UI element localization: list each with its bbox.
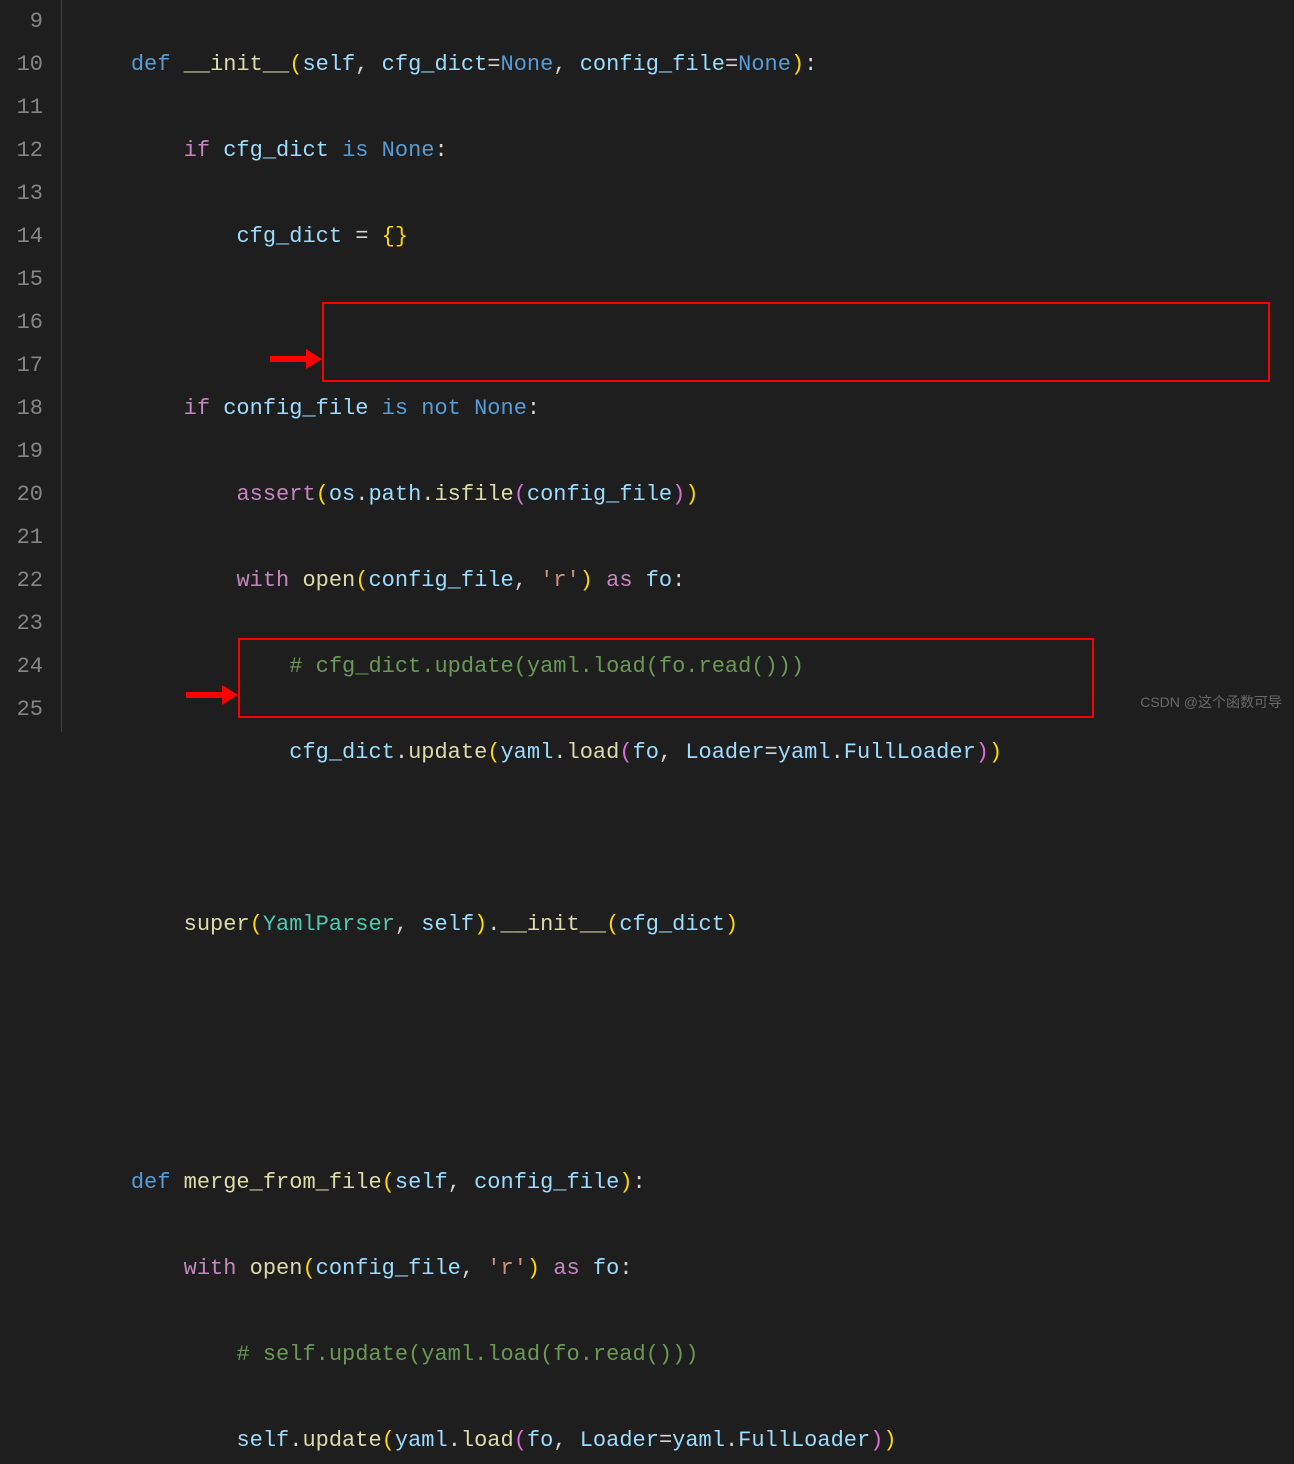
code-line[interactable]: # self.update(yaml.load(fo.read())) (78, 1333, 1294, 1376)
keyword-assert: assert (236, 482, 315, 507)
none-literal: None (501, 52, 554, 77)
keyword-not: not (421, 396, 461, 421)
code-line[interactable]: def __init__(self, cfg_dict=None, config… (78, 43, 1294, 86)
keyword-is: is (342, 138, 368, 163)
none-literal: None (474, 396, 527, 421)
string-literal: 'r' (487, 1256, 527, 1281)
watermark: CSDN @这个函数可导 (1140, 681, 1282, 724)
none-literal: None (382, 138, 435, 163)
module: yaml (500, 740, 553, 765)
line-number: 19 (0, 430, 43, 473)
line-number: 17 (0, 344, 43, 387)
variable: cfg_dict (236, 224, 342, 249)
code-line[interactable]: def merge_from_file(self, config_file): (78, 1161, 1294, 1204)
method: __init__ (501, 912, 607, 937)
param-self: self (302, 52, 355, 77)
variable: fo (527, 1428, 553, 1453)
function-name: merge_from_file (184, 1170, 382, 1195)
self: self (421, 912, 474, 937)
variable: fo (646, 568, 672, 593)
keyword-if: if (184, 396, 210, 421)
line-number: 10 (0, 43, 43, 86)
class-name: YamlParser (263, 912, 395, 937)
self: self (236, 1428, 289, 1453)
line-number: 9 (0, 0, 43, 43)
line-number: 12 (0, 129, 43, 172)
kwarg: Loader (685, 740, 764, 765)
line-number: 13 (0, 172, 43, 215)
code-line[interactable]: self.update(yaml.load(fo, Loader=yaml.Fu… (78, 1419, 1294, 1462)
line-number: 24 (0, 645, 43, 688)
line-number: 23 (0, 602, 43, 645)
code-line[interactable]: assert(os.path.isfile(config_file)) (78, 473, 1294, 516)
code-line[interactable] (78, 301, 1294, 344)
keyword-as: as (606, 568, 632, 593)
param: cfg_dict (382, 52, 488, 77)
code-line[interactable]: # cfg_dict.update(yaml.load(fo.read())) (78, 645, 1294, 688)
keyword-as: as (553, 1256, 579, 1281)
code-line[interactable]: with open(config_file, 'r') as fo: (78, 559, 1294, 602)
attribute: path (368, 482, 421, 507)
variable: config_file (316, 1256, 461, 1281)
keyword-def: def (131, 52, 171, 77)
code-line[interactable] (78, 1075, 1294, 1118)
line-number: 21 (0, 516, 43, 559)
variable: fo (633, 740, 659, 765)
kwarg: Loader (580, 1428, 659, 1453)
code-line[interactable] (78, 817, 1294, 860)
param: config_file (474, 1170, 619, 1195)
variable: cfg_dict (289, 740, 395, 765)
variable: cfg_dict (223, 138, 329, 163)
code-line[interactable]: super(YamlParser, self).__init__(cfg_dic… (78, 903, 1294, 946)
code-line[interactable]: if cfg_dict is None: (78, 129, 1294, 172)
builtin-open: open (302, 568, 355, 593)
line-number: 11 (0, 86, 43, 129)
code-line[interactable] (78, 989, 1294, 1032)
line-number: 20 (0, 473, 43, 516)
code-content[interactable]: def __init__(self, cfg_dict=None, config… (62, 0, 1294, 732)
code-line[interactable]: cfg_dict.update(yaml.load(fo, Loader=yam… (78, 731, 1294, 774)
line-number-gutter: 9 10 11 12 13 14 15 16 17 18 19 20 21 22… (0, 0, 62, 732)
line-number: 15 (0, 258, 43, 301)
builtin-open: open (250, 1256, 303, 1281)
builtin-super: super (184, 912, 250, 937)
method: load (567, 740, 620, 765)
variable: fo (593, 1256, 619, 1281)
module: os (329, 482, 355, 507)
keyword-is: is (382, 396, 408, 421)
code-line[interactable]: cfg_dict = {} (78, 215, 1294, 258)
line-number: 14 (0, 215, 43, 258)
line-number: 18 (0, 387, 43, 430)
method: isfile (434, 482, 513, 507)
variable: cfg_dict (619, 912, 725, 937)
line-number: 16 (0, 301, 43, 344)
param: config_file (580, 52, 725, 77)
comment: # self.update(yaml.load(fo.read())) (236, 1342, 698, 1367)
code-line[interactable]: if config_file is not None: (78, 387, 1294, 430)
line-number: 22 (0, 559, 43, 602)
keyword-def: def (131, 1170, 171, 1195)
method: update (302, 1428, 381, 1453)
keyword-with: with (236, 568, 289, 593)
attribute: FullLoader (844, 740, 976, 765)
variable: config_file (527, 482, 672, 507)
variable: config_file (368, 568, 513, 593)
code-editor: 9 10 11 12 13 14 15 16 17 18 19 20 21 22… (0, 0, 1294, 732)
keyword-if: if (184, 138, 210, 163)
param-self: self (395, 1170, 448, 1195)
function-name: __init__ (184, 52, 290, 77)
module: yaml (395, 1428, 448, 1453)
code-line[interactable]: with open(config_file, 'r') as fo: (78, 1247, 1294, 1290)
method: update (408, 740, 487, 765)
comment: # cfg_dict.update(yaml.load(fo.read())) (289, 654, 804, 679)
none-literal: None (738, 52, 791, 77)
keyword-with: with (184, 1256, 237, 1281)
module: yaml (672, 1428, 725, 1453)
method: load (461, 1428, 514, 1453)
line-number: 25 (0, 688, 43, 731)
attribute: FullLoader (738, 1428, 870, 1453)
module: yaml (778, 740, 831, 765)
string-literal: 'r' (540, 568, 580, 593)
variable: config_file (223, 396, 368, 421)
